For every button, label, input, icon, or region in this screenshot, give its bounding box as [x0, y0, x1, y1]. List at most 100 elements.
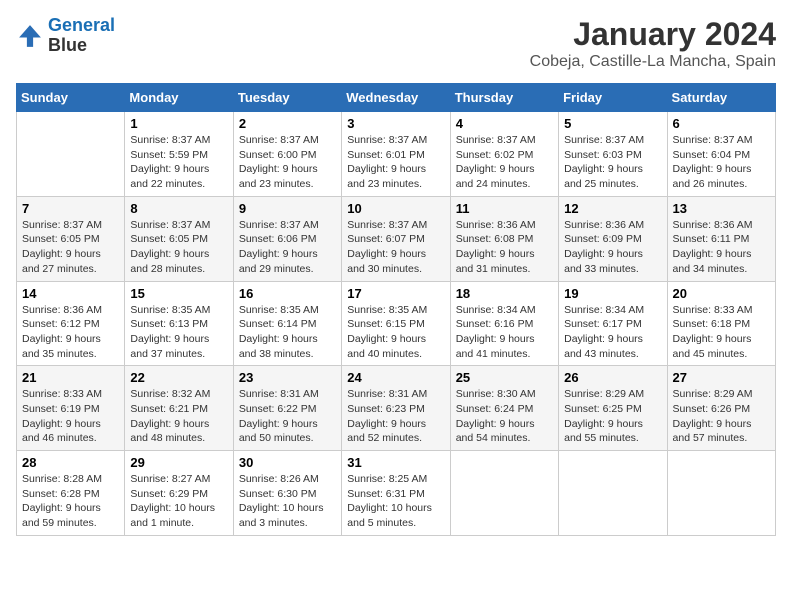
- weekday-header: Sunday: [17, 84, 125, 112]
- calendar-cell: 24Sunrise: 8:31 AMSunset: 6:23 PMDayligh…: [342, 366, 450, 451]
- day-number: 8: [130, 201, 227, 216]
- day-info: Sunrise: 8:36 AMSunset: 6:08 PMDaylight:…: [456, 218, 553, 277]
- day-info: Sunrise: 8:27 AMSunset: 6:29 PMDaylight:…: [130, 472, 227, 531]
- calendar-cell: 15 Sunrise: 8:35 AMSunset: 6:13 PMDayligh…: [125, 281, 233, 366]
- calendar-cell: [559, 451, 667, 536]
- day-info: Sunrise: 8:32 AMSunset: 6:21 PMDaylight:…: [130, 387, 227, 446]
- calendar-cell: 6 Sunrise: 8:37 AMSunset: 6:04 PMDaylight…: [667, 112, 775, 197]
- calendar-cell: 1 Sunrise: 8:37 AMSunset: 5:59 PMDaylight…: [125, 112, 233, 197]
- day-info: Sunrise: 8:36 AMSunset: 6:09 PMDaylight:…: [564, 218, 661, 277]
- weekday-header: Saturday: [667, 84, 775, 112]
- day-number: 2: [239, 116, 336, 131]
- day-info: Sunrise: 8:37 AMSunset: 6:01 PMDaylight:…: [347, 133, 444, 192]
- day-number: 19: [564, 286, 661, 301]
- calendar-cell: 7 Sunrise: 8:37 AMSunset: 6:05 PMDaylight…: [17, 196, 125, 281]
- calendar-title: January 2024: [530, 16, 776, 53]
- calendar-cell: 11 Sunrise: 8:36 AMSunset: 6:08 PMDayligh…: [450, 196, 558, 281]
- calendar-cell: 31Sunrise: 8:25 AMSunset: 6:31 PMDayligh…: [342, 451, 450, 536]
- day-info: Sunrise: 8:36 AMSunset: 6:11 PMDaylight:…: [673, 218, 770, 277]
- calendar-cell: 18 Sunrise: 8:34 AMSunset: 6:16 PMDayligh…: [450, 281, 558, 366]
- day-info: Sunrise: 8:31 AMSunset: 6:22 PMDaylight:…: [239, 387, 336, 446]
- calendar-cell: 3Sunrise: 8:37 AMSunset: 6:01 PMDaylight…: [342, 112, 450, 197]
- calendar-cell: 30 Sunrise: 8:26 AMSunset: 6:30 PMDayligh…: [233, 451, 341, 536]
- calendar-cell: 5 Sunrise: 8:37 AMSunset: 6:03 PMDaylight…: [559, 112, 667, 197]
- calendar-cell: 27 Sunrise: 8:29 AMSunset: 6:26 PMDayligh…: [667, 366, 775, 451]
- calendar-cell: 10 Sunrise: 8:37 AMSunset: 6:07 PMDayligh…: [342, 196, 450, 281]
- calendar-cell: 13 Sunrise: 8:36 AMSunset: 6:11 PMDayligh…: [667, 196, 775, 281]
- day-number: 13: [673, 201, 770, 216]
- day-info: Sunrise: 8:34 AMSunset: 6:16 PMDaylight:…: [456, 303, 553, 362]
- day-info: Sunrise: 8:35 AMSunset: 6:13 PMDaylight:…: [130, 303, 227, 362]
- day-info: Sunrise: 8:34 AMSunset: 6:17 PMDaylight:…: [564, 303, 661, 362]
- calendar-cell: 22 Sunrise: 8:32 AMSunset: 6:21 PMDayligh…: [125, 366, 233, 451]
- day-number: 29: [130, 455, 227, 470]
- day-info: Sunrise: 8:37 AMSunset: 6:07 PMDaylight:…: [347, 218, 444, 277]
- calendar-week-row: 1 Sunrise: 8:37 AMSunset: 5:59 PMDaylight…: [17, 112, 776, 197]
- day-number: 15: [130, 286, 227, 301]
- calendar-cell: [450, 451, 558, 536]
- day-info: Sunrise: 8:33 AMSunset: 6:18 PMDaylight:…: [673, 303, 770, 362]
- title-block: January 2024 Cobeja, Castille-La Mancha,…: [530, 16, 776, 71]
- day-number: 7: [22, 201, 119, 216]
- calendar-table: SundayMondayTuesdayWednesdayThursdayFrid…: [16, 83, 776, 536]
- day-number: 5: [564, 116, 661, 131]
- day-number: 12: [564, 201, 661, 216]
- weekday-header: Monday: [125, 84, 233, 112]
- calendar-cell: [17, 112, 125, 197]
- day-info: Sunrise: 8:29 AMSunset: 6:25 PMDaylight:…: [564, 387, 661, 446]
- weekday-header: Tuesday: [233, 84, 341, 112]
- day-number: 25: [456, 370, 553, 385]
- day-info: Sunrise: 8:37 AMSunset: 6:03 PMDaylight:…: [564, 133, 661, 192]
- day-info: Sunrise: 8:36 AMSunset: 6:12 PMDaylight:…: [22, 303, 119, 362]
- day-number: 27: [673, 370, 770, 385]
- calendar-cell: 9 Sunrise: 8:37 AMSunset: 6:06 PMDaylight…: [233, 196, 341, 281]
- calendar-cell: 23Sunrise: 8:31 AMSunset: 6:22 PMDayligh…: [233, 366, 341, 451]
- calendar-week-row: 14 Sunrise: 8:36 AMSunset: 6:12 PMDayligh…: [17, 281, 776, 366]
- calendar-cell: 4Sunrise: 8:37 AMSunset: 6:02 PMDaylight…: [450, 112, 558, 197]
- calendar-cell: 26 Sunrise: 8:29 AMSunset: 6:25 PMDayligh…: [559, 366, 667, 451]
- day-info: Sunrise: 8:26 AMSunset: 6:30 PMDaylight:…: [239, 472, 336, 531]
- day-info: Sunrise: 8:31 AMSunset: 6:23 PMDaylight:…: [347, 387, 444, 446]
- day-number: 16: [239, 286, 336, 301]
- day-info: Sunrise: 8:37 AMSunset: 5:59 PMDaylight:…: [130, 133, 227, 192]
- day-number: 11: [456, 201, 553, 216]
- calendar-cell: 17Sunrise: 8:35 AMSunset: 6:15 PMDayligh…: [342, 281, 450, 366]
- day-number: 26: [564, 370, 661, 385]
- day-info: Sunrise: 8:28 AMSunset: 6:28 PMDaylight:…: [22, 472, 119, 531]
- day-info: Sunrise: 8:30 AMSunset: 6:24 PMDaylight:…: [456, 387, 553, 446]
- calendar-cell: 14 Sunrise: 8:36 AMSunset: 6:12 PMDayligh…: [17, 281, 125, 366]
- day-number: 9: [239, 201, 336, 216]
- weekday-header: Thursday: [450, 84, 558, 112]
- logo-text: General Blue: [48, 16, 115, 56]
- day-number: 14: [22, 286, 119, 301]
- day-info: Sunrise: 8:37 AMSunset: 6:02 PMDaylight:…: [456, 133, 553, 192]
- day-number: 22: [130, 370, 227, 385]
- day-number: 1: [130, 116, 227, 131]
- day-number: 10: [347, 201, 444, 216]
- calendar-cell: 28 Sunrise: 8:28 AMSunset: 6:28 PMDayligh…: [17, 451, 125, 536]
- day-info: Sunrise: 8:37 AMSunset: 6:00 PMDaylight:…: [239, 133, 336, 192]
- day-info: Sunrise: 8:29 AMSunset: 6:26 PMDaylight:…: [673, 387, 770, 446]
- page-header: General Blue January 2024 Cobeja, Castil…: [16, 16, 776, 71]
- calendar-week-row: 21Sunrise: 8:33 AMSunset: 6:19 PMDayligh…: [17, 366, 776, 451]
- day-number: 30: [239, 455, 336, 470]
- day-info: Sunrise: 8:35 AMSunset: 6:14 PMDaylight:…: [239, 303, 336, 362]
- day-info: Sunrise: 8:37 AMSunset: 6:04 PMDaylight:…: [673, 133, 770, 192]
- calendar-cell: 16 Sunrise: 8:35 AMSunset: 6:14 PMDayligh…: [233, 281, 341, 366]
- day-number: 6: [673, 116, 770, 131]
- day-info: Sunrise: 8:33 AMSunset: 6:19 PMDaylight:…: [22, 387, 119, 446]
- logo: General Blue: [16, 16, 115, 56]
- day-number: 17: [347, 286, 444, 301]
- calendar-cell: 2 Sunrise: 8:37 AMSunset: 6:00 PMDaylight…: [233, 112, 341, 197]
- day-number: 28: [22, 455, 119, 470]
- weekday-header: Friday: [559, 84, 667, 112]
- day-info: Sunrise: 8:25 AMSunset: 6:31 PMDaylight:…: [347, 472, 444, 531]
- logo-icon: [16, 22, 44, 50]
- calendar-body: 1 Sunrise: 8:37 AMSunset: 5:59 PMDaylight…: [17, 112, 776, 536]
- day-info: Sunrise: 8:37 AMSunset: 6:06 PMDaylight:…: [239, 218, 336, 277]
- day-info: Sunrise: 8:37 AMSunset: 6:05 PMDaylight:…: [130, 218, 227, 277]
- calendar-subtitle: Cobeja, Castille-La Mancha, Spain: [530, 53, 776, 71]
- day-number: 18: [456, 286, 553, 301]
- day-number: 20: [673, 286, 770, 301]
- day-info: Sunrise: 8:37 AMSunset: 6:05 PMDaylight:…: [22, 218, 119, 277]
